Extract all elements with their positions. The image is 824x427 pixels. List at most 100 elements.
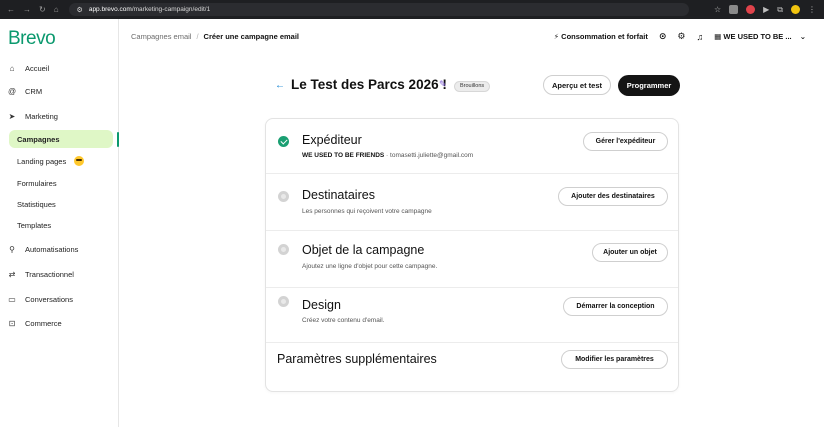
sidebar-subitem-label: Statistiques (17, 199, 56, 209)
sidebar-subitem-label: Formulaires (17, 178, 57, 188)
forward-icon[interactable]: → (23, 5, 31, 14)
plan-label: Consommation et forfait (561, 32, 648, 41)
schedule-button[interactable]: Programmer (618, 75, 680, 96)
sidebar-subitem-statistiques[interactable]: Statistiques (9, 195, 113, 213)
breadcrumb-separator: / (196, 32, 199, 41)
edit-settings-button[interactable]: Modifier les paramètres (561, 350, 668, 369)
sidebar-item-label: Accueil (25, 64, 50, 73)
browser-nav: ← → ↻ ⌂ (0, 5, 59, 14)
step-row-sender: Expéditeur WE USED TO BE FRIENDS · tomas… (266, 119, 678, 174)
puzzle-icon[interactable]: ⧉ (777, 5, 783, 15)
account-label: WE USED TO BE ... (723, 32, 792, 41)
plan-link[interactable]: ⚡ Consommation et forfait (554, 32, 648, 41)
bag-icon: ⊡ (8, 319, 16, 328)
step-title: Paramètres supplémentaires (277, 352, 437, 366)
play-extension-icon[interactable]: ▶ (763, 5, 769, 14)
check-circle-icon (278, 136, 289, 147)
sidebar-item-accueil[interactable]: ⌂ Accueil (5, 59, 113, 78)
app-header: Campagnes email / Créer une campagne ema… (119, 19, 824, 54)
sidebar-item-marketing[interactable]: ➤ Marketing (5, 107, 113, 126)
home-icon: ⌂ (9, 64, 15, 73)
activity-icon: ⚡ (553, 32, 560, 41)
step-title: Expéditeur (302, 133, 362, 147)
sidebar-item-label: CRM (25, 87, 43, 96)
sidebar-item-label: Transactionnel (25, 270, 74, 279)
chevron-down-icon: ⌄ (799, 32, 806, 41)
chat-icon: ▭ (8, 295, 16, 304)
settings-icon[interactable]: ⚙ (677, 31, 685, 42)
pending-circle-icon (278, 191, 289, 202)
campaign-title: Le Test des Parcs 2026 ! (291, 77, 447, 92)
active-indicator (117, 132, 119, 147)
sender-name: WE USED TO BE FRIENDS (302, 152, 385, 159)
sidebar-subitem-landing-pages[interactable]: Landing pages (9, 152, 113, 170)
sidebar-subitem-label: Templates (17, 220, 52, 230)
step-subtitle: Les personnes qui reçoivent votre campag… (302, 208, 432, 215)
step-row-settings: Paramètres supplémentaires Modifier les … (266, 343, 678, 391)
sunglasses-emoji-icon (74, 156, 85, 166)
sidebar-item-commerce[interactable]: ⊡ Commerce (5, 314, 113, 333)
sidebar-subitem-templates[interactable]: Templates (9, 216, 113, 234)
brevo-logo[interactable]: Brevo (8, 28, 56, 50)
browser-toolbar: ← → ↻ ⌂ ⚙ app.brevo.com /marketing-campa… (0, 0, 824, 19)
extension-icon[interactable] (729, 5, 739, 14)
home-icon[interactable]: ⌂ (54, 5, 59, 14)
step-title: Design (302, 298, 341, 312)
more-menu-icon[interactable]: ⋮ (808, 5, 816, 14)
sidebar: Brevo ⌂ Accueil @ CRM ➤ Marketing Campag… (0, 19, 119, 427)
sidebar-item-transactionnel[interactable]: ⇄ Transactionnel (5, 265, 113, 284)
sidebar-item-label: Commerce (25, 319, 62, 328)
send-icon: ➤ (8, 112, 16, 121)
sidebar-subitem-label: Campagnes (17, 134, 60, 144)
campaign-setup-card: Expéditeur WE USED TO BE FRIENDS · tomas… (265, 118, 679, 392)
bell-icon[interactable]: ♫ (696, 32, 703, 42)
header-actions: ⚡ Consommation et forfait ⊙ ⚙ ♫ ▦ WE USE… (554, 31, 824, 42)
breadcrumb-parent[interactable]: Campagnes email (131, 32, 191, 41)
back-arrow-icon[interactable]: ← (275, 80, 285, 91)
step-subtitle: Créez votre contenu d'email. (302, 317, 385, 324)
address-bar[interactable]: ⚙ app.brevo.com /marketing-campaign/edit… (68, 3, 689, 16)
add-recipients-button[interactable]: Ajouter des destinataires (558, 187, 668, 206)
breadcrumb-current: Créer une campagne email (203, 32, 300, 41)
sidebar-item-automatisations[interactable]: ⚲ Automatisations (5, 240, 113, 259)
bookmark-star-icon[interactable]: ☆ (714, 5, 721, 14)
exchange-icon: ⇄ (8, 270, 16, 279)
help-icon[interactable]: ⊙ (659, 31, 667, 42)
workflow-icon: ⚲ (9, 245, 15, 254)
sidebar-item-conversations[interactable]: ▭ Conversations (5, 290, 113, 309)
reload-icon[interactable]: ↻ (39, 5, 46, 14)
sender-info: WE USED TO BE FRIENDS · tomasetti.juliet… (302, 152, 473, 159)
sidebar-subitem-campagnes[interactable]: Campagnes (9, 130, 113, 148)
sidebar-item-label: Marketing (25, 112, 58, 121)
sidebar-subitem-label: Landing pages (17, 156, 67, 166)
profile-avatar[interactable] (791, 5, 800, 14)
pending-circle-icon (278, 296, 289, 307)
at-sign-icon: @ (7, 87, 17, 96)
start-design-button[interactable]: Démarrer la conception (563, 297, 668, 316)
step-title: Objet de la campagne (302, 243, 425, 257)
building-icon: ▦ (714, 32, 722, 41)
manage-sender-button[interactable]: Gérer l'expéditeur (583, 132, 668, 151)
step-row-recipients: Destinataires Les personnes qui reçoiven… (266, 174, 678, 231)
browser-extensions: ☆ ▶ ⧉ ⋮ (714, 5, 824, 15)
step-row-subject: Objet de la campagne Ajoutez une ligne d… (266, 231, 678, 288)
step-row-design: Design Créez votre contenu d'email. Déma… (266, 288, 678, 343)
url-host: app.brevo.com (88, 6, 132, 13)
back-icon[interactable]: ← (7, 5, 15, 14)
account-menu[interactable]: ▦ WE USED TO BE ... ⌄ (714, 32, 806, 41)
sidebar-item-label: Automatisations (25, 245, 79, 254)
sidebar-item-crm[interactable]: @ CRM (5, 82, 113, 101)
url-path: /marketing-campaign/edit/1 (131, 6, 211, 13)
add-subject-button[interactable]: Ajouter un objet (592, 243, 668, 262)
step-subtitle: Ajoutez une ligne d'objet pour cette cam… (302, 263, 438, 270)
sidebar-subitem-formulaires[interactable]: Formulaires (9, 174, 113, 192)
extension-icon[interactable] (746, 5, 756, 14)
edit-pencil-icon[interactable]: ✎ (439, 79, 447, 90)
sidebar-item-label: Conversations (25, 295, 73, 304)
sender-email: tomasetti.juliette@gmail.com (390, 152, 474, 159)
preview-test-button[interactable]: Aperçu et test (543, 75, 611, 95)
status-badge: Brouillons (454, 81, 491, 92)
site-info-icon[interactable]: ⚙ (77, 6, 83, 14)
pending-circle-icon (278, 244, 289, 255)
step-title: Destinataires (302, 188, 375, 202)
